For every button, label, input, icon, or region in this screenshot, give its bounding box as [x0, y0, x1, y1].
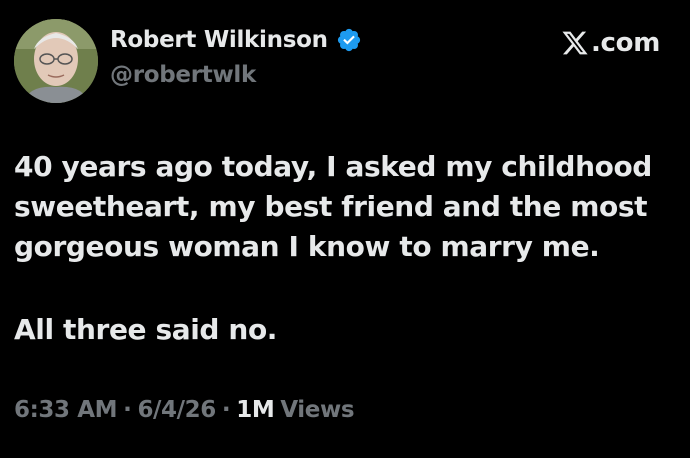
author-handle[interactable]: @robertwlk: [110, 62, 256, 88]
tweet-text: 40 years ago today, I asked my childhood…: [14, 147, 674, 350]
tweet-date[interactable]: 6/4/26: [137, 397, 216, 423]
brand-label: .com: [590, 28, 660, 58]
display-name[interactable]: Robert Wilkinson: [110, 27, 328, 53]
views-label: Views: [280, 397, 355, 423]
author-name-row: Robert Wilkinson: [110, 27, 362, 53]
brand-watermark: .com: [561, 28, 660, 58]
verified-badge-icon: [336, 27, 362, 53]
tweet-text-line: sweetheart, my best friend and the most: [14, 190, 648, 223]
x-logo-icon: [561, 29, 589, 57]
tweet-card: Robert Wilkinson @robertwlk .com 40 year…: [0, 0, 690, 458]
views-count: 1M: [236, 397, 275, 423]
tweet-text-line: 40 years ago today, I asked my childhood: [14, 150, 652, 183]
tweet-metadata: 6:33 AM · 6/4/26 · 1M Views: [14, 397, 355, 423]
tweet-time[interactable]: 6:33 AM: [14, 397, 118, 423]
tweet-text-line: gorgeous woman I know to marry me.: [14, 230, 600, 263]
avatar[interactable]: [14, 19, 98, 103]
avatar-photo: [14, 19, 98, 103]
tweet-punchline: All three said no.: [14, 313, 278, 346]
meta-separator: ·: [221, 397, 231, 423]
meta-separator: ·: [123, 397, 132, 423]
